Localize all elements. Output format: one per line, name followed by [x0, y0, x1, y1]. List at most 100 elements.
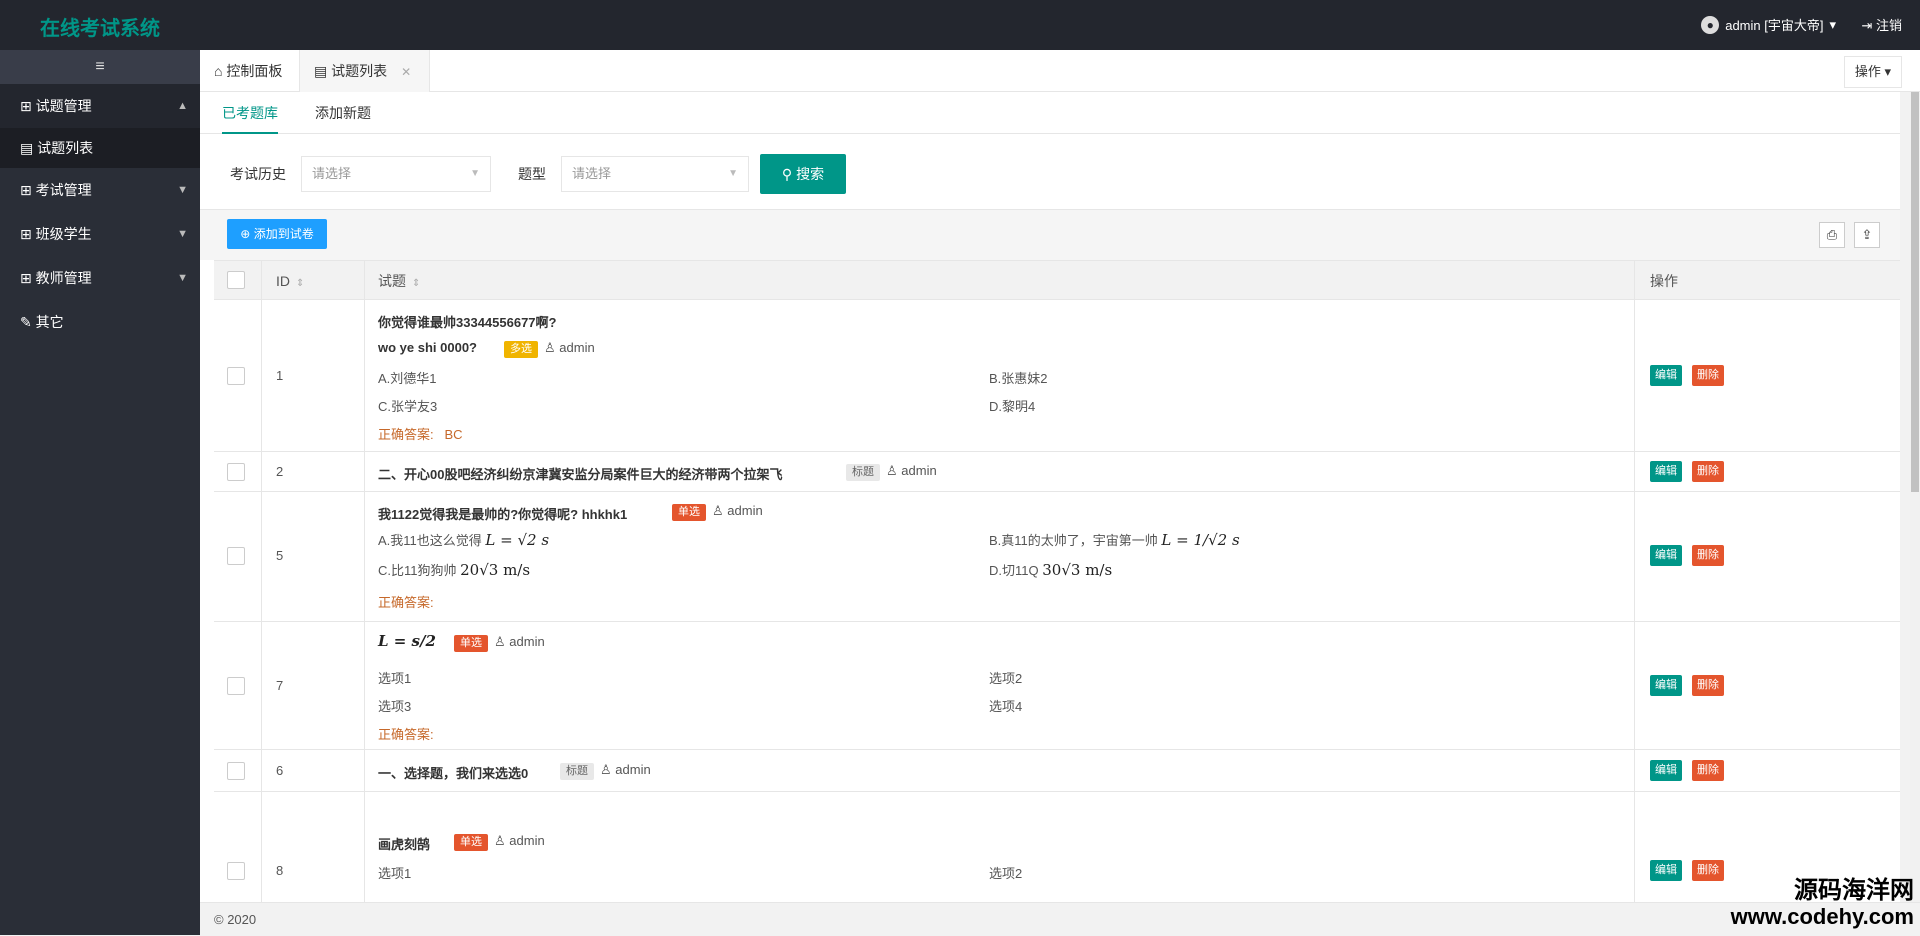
answer-label: 正确答案:	[378, 427, 434, 442]
type-select-value: 请选择	[572, 166, 611, 181]
sidebar-item-other[interactable]: ✎ 其它	[0, 300, 200, 344]
sidebar-item-question-list[interactable]: ▤ 试题列表	[0, 128, 200, 168]
delete-button[interactable]: 删除	[1692, 860, 1724, 881]
user-icon: ♙	[600, 762, 612, 777]
question-meta: 多选♙ admin	[504, 340, 595, 358]
user-icon: ♙	[494, 833, 506, 848]
operations-dropdown[interactable]: 操作 ▾	[1844, 56, 1902, 88]
edit-button[interactable]: 编辑	[1650, 545, 1682, 566]
tab-question-list[interactable]: ▤ 试题列表✕	[300, 50, 430, 92]
sidebar-item-label: 试题管理	[36, 98, 92, 114]
caret-down-icon: ▾	[1884, 64, 1891, 79]
sidebar-item-question-management[interactable]: ⊞ 试题管理 ▲	[0, 84, 200, 128]
math-formula: 30√3 m/s	[1042, 561, 1112, 579]
row-checkbox[interactable]	[227, 463, 245, 481]
row-checkbox[interactable]	[227, 367, 245, 385]
print-icon[interactable]: ⎙	[1819, 222, 1845, 248]
sort-icon: ⇕	[296, 278, 304, 289]
edit-button[interactable]: 编辑	[1650, 461, 1682, 482]
question-text: L = s/2	[378, 632, 436, 650]
export-icon[interactable]: ⇪	[1854, 222, 1880, 248]
close-icon[interactable]: ✕	[401, 65, 411, 79]
question-meta: 标题♙ admin	[560, 762, 651, 780]
delete-button[interactable]: 删除	[1692, 675, 1724, 696]
table-row: 2 二、开心00股吧经济纠纷京津冀安监分局案件巨大的经济带两个拉架飞 标题♙ a…	[214, 452, 1900, 492]
chevron-down-icon: ▼	[177, 256, 188, 300]
row-id: 7	[276, 678, 283, 693]
option-d: D.切11Q 30√3 m/s	[989, 560, 1112, 579]
option-b: 选项2	[989, 668, 1022, 687]
search-icon: ⚲	[782, 166, 792, 182]
row-checkbox[interactable]	[227, 677, 245, 695]
delete-button[interactable]: 删除	[1692, 365, 1724, 386]
column-divider	[364, 260, 365, 902]
logout-link[interactable]: ⇥ 注销	[1861, 15, 1902, 34]
row-id: 2	[276, 464, 283, 479]
correct-answer: 正确答案: BC	[378, 424, 463, 443]
user-menu[interactable]: ● admin [宇宙大帝] ▾	[1701, 15, 1836, 34]
plus-square-icon: ⊞	[20, 182, 32, 198]
history-select[interactable]: 请选择▼	[301, 156, 491, 192]
answer-value: BC	[444, 427, 462, 442]
math-formula: L = √2 s	[485, 531, 549, 549]
wrench-icon: ✎	[20, 314, 32, 330]
sidebar-item-exam-management[interactable]: ⊞ 考试管理 ▼	[0, 168, 200, 212]
app-logo[interactable]: 在线考试系统	[40, 12, 160, 41]
delete-button[interactable]: 删除	[1692, 545, 1724, 566]
sidebar-item-class-students[interactable]: ⊞ 班级学生 ▼	[0, 212, 200, 256]
header-question[interactable]: 试题⇕	[378, 261, 420, 304]
tab-bar: ⌂ 控制面板 ▤ 试题列表✕ 操作 ▾	[200, 50, 1920, 92]
tab-dashboard[interactable]: ⌂ 控制面板	[200, 50, 300, 92]
type-badge: 单选	[454, 834, 488, 851]
row-actions: 编辑删除	[1650, 461, 1724, 482]
plus-square-icon: ⊞	[20, 270, 32, 286]
question-meta: 单选♙ admin	[672, 503, 763, 521]
row-checkbox[interactable]	[227, 862, 245, 880]
question-text: 画虎刻鹄	[378, 834, 430, 853]
plus-circle-icon: ⊕	[240, 227, 250, 241]
search-label: 搜索	[796, 166, 824, 182]
row-id: 6	[276, 763, 283, 778]
type-select[interactable]: 请选择▼	[561, 156, 749, 192]
footer: © 2020	[200, 902, 1920, 935]
add-to-paper-label: 添加到试卷	[254, 227, 314, 241]
author: admin	[509, 634, 544, 649]
logout-label: 注销	[1876, 18, 1902, 33]
question-text: 一、选择题，我们来选选0	[378, 763, 528, 782]
edit-button[interactable]: 编辑	[1650, 365, 1682, 386]
tab-question-bank[interactable]: 已考题库	[222, 92, 278, 134]
tab-label: 控制面板	[226, 63, 282, 79]
correct-answer: 正确答案:	[378, 592, 434, 611]
row-actions: 编辑删除	[1650, 860, 1724, 881]
row-checkbox[interactable]	[227, 762, 245, 780]
history-label: 考试历史	[230, 154, 286, 194]
math-formula: L = 1/√2 s	[1161, 531, 1239, 549]
plus-square-icon: ⊞	[20, 98, 32, 114]
sidebar-item-teacher-management[interactable]: ⊞ 教师管理 ▼	[0, 256, 200, 300]
header-question-label: 试题	[378, 273, 406, 289]
edit-button[interactable]: 编辑	[1650, 760, 1682, 781]
watermark-line1: 源码海洋网	[1731, 878, 1914, 904]
main-content: 已考题库 添加新题 考试历史 请选择▼ 题型 请选择▼ ⚲ 搜索 ⊕ 添加到试卷…	[200, 92, 1900, 902]
header-operations: 操作	[1650, 261, 1678, 301]
edit-button[interactable]: 编辑	[1650, 675, 1682, 696]
scrollbar-thumb[interactable]	[1911, 92, 1919, 492]
delete-button[interactable]: 删除	[1692, 461, 1724, 482]
caret-down-icon: ▼	[470, 157, 480, 191]
watermark: 源码海洋网 www.codehy.com	[1731, 878, 1914, 929]
row-checkbox[interactable]	[227, 547, 245, 565]
add-to-paper-button[interactable]: ⊕ 添加到试卷	[227, 219, 327, 249]
header-id[interactable]: ID⇕	[276, 261, 304, 304]
table-row: 7 L = s/2 单选♙ admin 选项1 选项2 选项3 选项4 正确答案…	[214, 622, 1900, 750]
option-c: 选项3	[378, 696, 411, 715]
edit-button[interactable]: 编辑	[1650, 860, 1682, 881]
scrollbar[interactable]	[1910, 92, 1920, 902]
tab-add-question[interactable]: 添加新题	[315, 92, 371, 134]
column-divider	[1634, 260, 1635, 902]
sidebar-toggle-button[interactable]: ≡	[0, 50, 200, 84]
document-icon: ▤	[314, 63, 327, 79]
delete-button[interactable]: 删除	[1692, 760, 1724, 781]
option-a-label: A.我11也这么觉得	[378, 533, 482, 548]
search-button[interactable]: ⚲ 搜索	[760, 154, 846, 194]
select-all-checkbox[interactable]	[227, 271, 245, 289]
